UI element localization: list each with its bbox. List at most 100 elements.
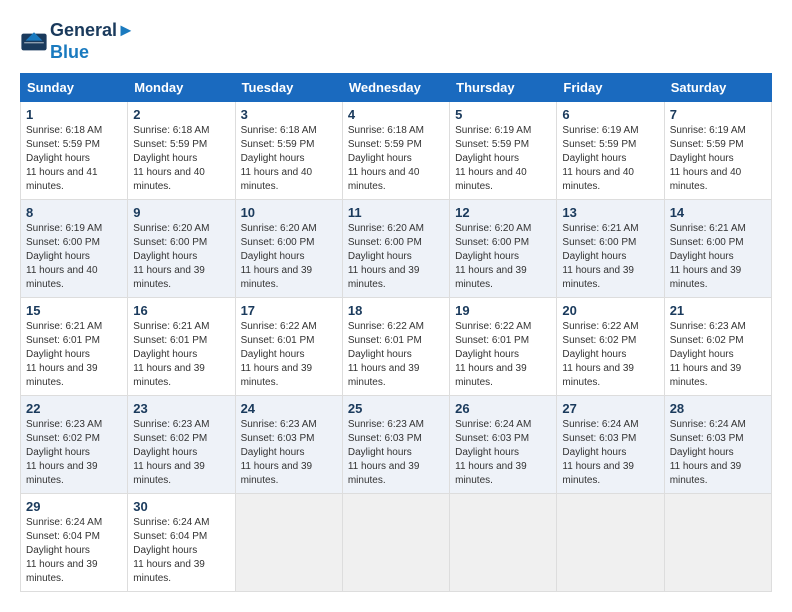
calendar-day-cell: 30 Sunrise: 6:24 AM Sunset: 6:04 PM Dayl… (128, 494, 235, 592)
logo: General► Blue (20, 20, 135, 63)
day-number: 15 (26, 303, 122, 318)
calendar-day-cell: 24 Sunrise: 6:23 AM Sunset: 6:03 PM Dayl… (235, 396, 342, 494)
calendar-day-cell: 1 Sunrise: 6:18 AM Sunset: 5:59 PM Dayli… (21, 102, 128, 200)
day-number: 24 (241, 401, 337, 416)
cell-content: Sunrise: 6:19 AM Sunset: 5:59 PM Dayligh… (455, 124, 551, 194)
calendar-header-row: SundayMondayTuesdayWednesdayThursdayFrid… (21, 74, 772, 102)
day-number: 16 (133, 303, 229, 318)
calendar-day-cell: 26 Sunrise: 6:24 AM Sunset: 6:03 PM Dayl… (450, 396, 557, 494)
calendar-day-cell: 12 Sunrise: 6:20 AM Sunset: 6:00 PM Dayl… (450, 200, 557, 298)
cell-content: Sunrise: 6:18 AM Sunset: 5:59 PM Dayligh… (26, 124, 122, 194)
cell-content: Sunrise: 6:24 AM Sunset: 6:03 PM Dayligh… (670, 418, 766, 488)
calendar-day-cell: 16 Sunrise: 6:21 AM Sunset: 6:01 PM Dayl… (128, 298, 235, 396)
cell-content: Sunrise: 6:24 AM Sunset: 6:03 PM Dayligh… (562, 418, 658, 488)
day-number: 18 (348, 303, 444, 318)
day-number: 23 (133, 401, 229, 416)
logo-text: General► Blue (50, 20, 135, 63)
day-number: 29 (26, 499, 122, 514)
calendar-day-cell (450, 494, 557, 592)
calendar-day-cell (664, 494, 771, 592)
calendar-table: SundayMondayTuesdayWednesdayThursdayFrid… (20, 73, 772, 592)
calendar-day-cell: 11 Sunrise: 6:20 AM Sunset: 6:00 PM Dayl… (342, 200, 449, 298)
page-header: General► Blue (20, 20, 772, 63)
cell-content: Sunrise: 6:21 AM Sunset: 6:00 PM Dayligh… (562, 222, 658, 292)
day-number: 25 (348, 401, 444, 416)
cell-content: Sunrise: 6:24 AM Sunset: 6:04 PM Dayligh… (133, 516, 229, 586)
day-number: 14 (670, 205, 766, 220)
calendar-day-cell: 8 Sunrise: 6:19 AM Sunset: 6:00 PM Dayli… (21, 200, 128, 298)
cell-content: Sunrise: 6:23 AM Sunset: 6:02 PM Dayligh… (26, 418, 122, 488)
cell-content: Sunrise: 6:23 AM Sunset: 6:03 PM Dayligh… (348, 418, 444, 488)
calendar-week-row: 8 Sunrise: 6:19 AM Sunset: 6:00 PM Dayli… (21, 200, 772, 298)
calendar-week-row: 29 Sunrise: 6:24 AM Sunset: 6:04 PM Dayl… (21, 494, 772, 592)
cell-content: Sunrise: 6:18 AM Sunset: 5:59 PM Dayligh… (241, 124, 337, 194)
day-number: 3 (241, 107, 337, 122)
cell-content: Sunrise: 6:22 AM Sunset: 6:01 PM Dayligh… (455, 320, 551, 390)
calendar-day-cell: 13 Sunrise: 6:21 AM Sunset: 6:00 PM Dayl… (557, 200, 664, 298)
day-number: 20 (562, 303, 658, 318)
calendar-day-cell (557, 494, 664, 592)
calendar-day-cell: 22 Sunrise: 6:23 AM Sunset: 6:02 PM Dayl… (21, 396, 128, 494)
day-number: 12 (455, 205, 551, 220)
day-number: 9 (133, 205, 229, 220)
calendar-day-cell: 18 Sunrise: 6:22 AM Sunset: 6:01 PM Dayl… (342, 298, 449, 396)
cell-content: Sunrise: 6:24 AM Sunset: 6:03 PM Dayligh… (455, 418, 551, 488)
weekday-header: Monday (128, 74, 235, 102)
calendar-day-cell: 19 Sunrise: 6:22 AM Sunset: 6:01 PM Dayl… (450, 298, 557, 396)
calendar-day-cell: 3 Sunrise: 6:18 AM Sunset: 5:59 PM Dayli… (235, 102, 342, 200)
calendar-day-cell: 21 Sunrise: 6:23 AM Sunset: 6:02 PM Dayl… (664, 298, 771, 396)
day-number: 19 (455, 303, 551, 318)
day-number: 26 (455, 401, 551, 416)
cell-content: Sunrise: 6:18 AM Sunset: 5:59 PM Dayligh… (133, 124, 229, 194)
day-number: 21 (670, 303, 766, 318)
calendar-day-cell: 10 Sunrise: 6:20 AM Sunset: 6:00 PM Dayl… (235, 200, 342, 298)
calendar-day-cell (235, 494, 342, 592)
calendar-day-cell: 17 Sunrise: 6:22 AM Sunset: 6:01 PM Dayl… (235, 298, 342, 396)
cell-content: Sunrise: 6:19 AM Sunset: 5:59 PM Dayligh… (562, 124, 658, 194)
weekday-header: Wednesday (342, 74, 449, 102)
weekday-header: Saturday (664, 74, 771, 102)
day-number: 13 (562, 205, 658, 220)
weekday-header: Tuesday (235, 74, 342, 102)
day-number: 22 (26, 401, 122, 416)
day-number: 4 (348, 107, 444, 122)
calendar-day-cell: 6 Sunrise: 6:19 AM Sunset: 5:59 PM Dayli… (557, 102, 664, 200)
weekday-header: Sunday (21, 74, 128, 102)
calendar-week-row: 15 Sunrise: 6:21 AM Sunset: 6:01 PM Dayl… (21, 298, 772, 396)
cell-content: Sunrise: 6:22 AM Sunset: 6:01 PM Dayligh… (241, 320, 337, 390)
day-number: 27 (562, 401, 658, 416)
calendar-day-cell (342, 494, 449, 592)
cell-content: Sunrise: 6:21 AM Sunset: 6:00 PM Dayligh… (670, 222, 766, 292)
calendar-day-cell: 4 Sunrise: 6:18 AM Sunset: 5:59 PM Dayli… (342, 102, 449, 200)
cell-content: Sunrise: 6:24 AM Sunset: 6:04 PM Dayligh… (26, 516, 122, 586)
logo-icon (20, 28, 48, 56)
cell-content: Sunrise: 6:18 AM Sunset: 5:59 PM Dayligh… (348, 124, 444, 194)
day-number: 7 (670, 107, 766, 122)
day-number: 8 (26, 205, 122, 220)
day-number: 6 (562, 107, 658, 122)
calendar-day-cell: 23 Sunrise: 6:23 AM Sunset: 6:02 PM Dayl… (128, 396, 235, 494)
calendar-week-row: 22 Sunrise: 6:23 AM Sunset: 6:02 PM Dayl… (21, 396, 772, 494)
day-number: 11 (348, 205, 444, 220)
cell-content: Sunrise: 6:23 AM Sunset: 6:03 PM Dayligh… (241, 418, 337, 488)
calendar-day-cell: 28 Sunrise: 6:24 AM Sunset: 6:03 PM Dayl… (664, 396, 771, 494)
day-number: 10 (241, 205, 337, 220)
day-number: 28 (670, 401, 766, 416)
cell-content: Sunrise: 6:21 AM Sunset: 6:01 PM Dayligh… (133, 320, 229, 390)
day-number: 30 (133, 499, 229, 514)
cell-content: Sunrise: 6:19 AM Sunset: 6:00 PM Dayligh… (26, 222, 122, 292)
cell-content: Sunrise: 6:20 AM Sunset: 6:00 PM Dayligh… (133, 222, 229, 292)
calendar-day-cell: 25 Sunrise: 6:23 AM Sunset: 6:03 PM Dayl… (342, 396, 449, 494)
cell-content: Sunrise: 6:20 AM Sunset: 6:00 PM Dayligh… (241, 222, 337, 292)
day-number: 1 (26, 107, 122, 122)
cell-content: Sunrise: 6:20 AM Sunset: 6:00 PM Dayligh… (455, 222, 551, 292)
day-number: 17 (241, 303, 337, 318)
calendar-day-cell: 27 Sunrise: 6:24 AM Sunset: 6:03 PM Dayl… (557, 396, 664, 494)
calendar-day-cell: 5 Sunrise: 6:19 AM Sunset: 5:59 PM Dayli… (450, 102, 557, 200)
calendar-day-cell: 2 Sunrise: 6:18 AM Sunset: 5:59 PM Dayli… (128, 102, 235, 200)
weekday-header: Thursday (450, 74, 557, 102)
calendar-day-cell: 29 Sunrise: 6:24 AM Sunset: 6:04 PM Dayl… (21, 494, 128, 592)
cell-content: Sunrise: 6:23 AM Sunset: 6:02 PM Dayligh… (133, 418, 229, 488)
calendar-day-cell: 7 Sunrise: 6:19 AM Sunset: 5:59 PM Dayli… (664, 102, 771, 200)
calendar-week-row: 1 Sunrise: 6:18 AM Sunset: 5:59 PM Dayli… (21, 102, 772, 200)
